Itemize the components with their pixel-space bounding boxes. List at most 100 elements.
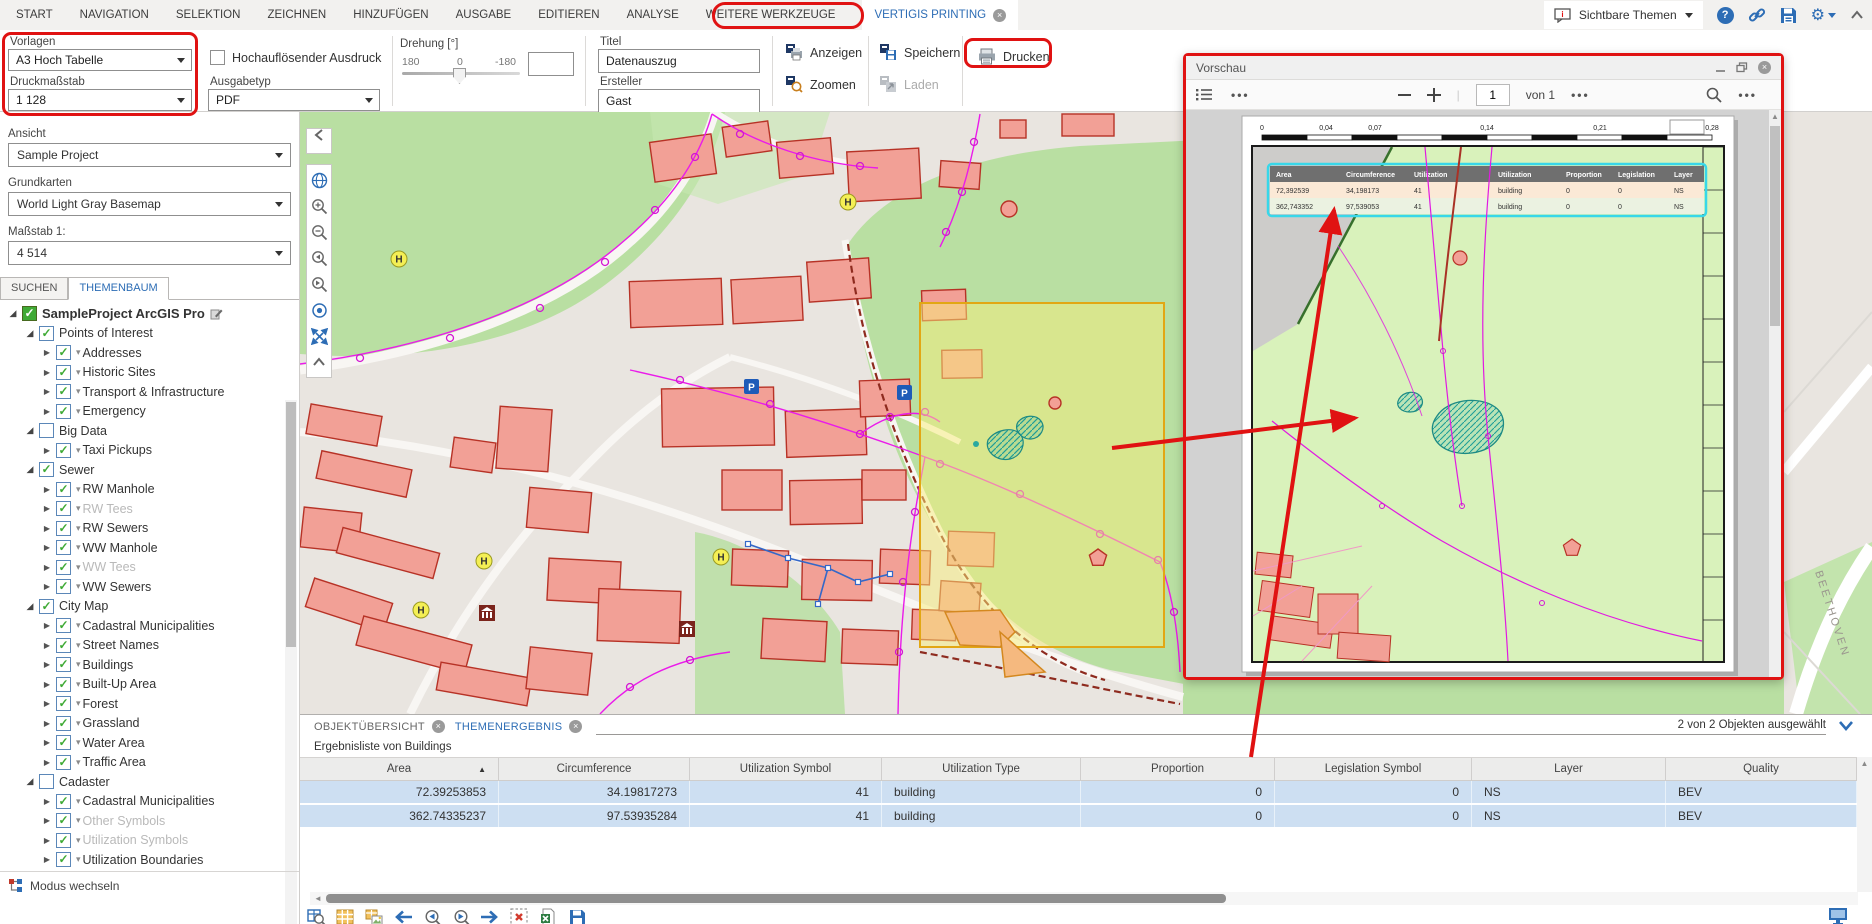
collapse-panel-icon[interactable] [1838, 719, 1854, 733]
layer-checkbox[interactable]: ✓ [39, 599, 54, 614]
layer-checkbox[interactable] [39, 423, 54, 438]
menu-item-ausgabe[interactable]: AUSGABE [456, 9, 512, 21]
layer-checkbox[interactable]: ✓ [39, 462, 54, 477]
titel-input[interactable]: Datenauszug [598, 49, 760, 73]
tree-item-cadaster[interactable]: ◢Cadaster [0, 772, 299, 792]
help-icon[interactable]: ? [1717, 7, 1734, 24]
table-row[interactable]: 72.3925385334.1981727341building00NSBEV [300, 781, 1872, 805]
preview-titlebar[interactable]: Vorschau × [1186, 56, 1781, 80]
layer-checkbox[interactable]: ✓ [56, 482, 71, 497]
menu-item-editieren[interactable]: EDITIEREN [538, 9, 599, 21]
collapse-toolbar-button[interactable] [307, 349, 331, 375]
checkbox-icon[interactable] [210, 50, 225, 65]
layer-checkbox[interactable]: ✓ [56, 677, 71, 692]
layer-menu-caret[interactable]: ▾ [76, 718, 81, 729]
zoom-previous-feature-button[interactable] [422, 907, 442, 924]
layer-checkbox[interactable]: ✓ [56, 696, 71, 711]
zoom-out-button[interactable] [307, 219, 331, 245]
laden-button[interactable]: Laden [880, 76, 939, 93]
tree-item-city-map[interactable]: ◢✓City Map [0, 597, 299, 617]
grundkarten-select[interactable]: World Light Gray Basemap [8, 192, 291, 216]
tab-themenbaum[interactable]: THEMENBAUM [68, 277, 168, 300]
expand-node-icon[interactable]: ▶ [40, 387, 54, 396]
layer-menu-caret[interactable]: ▾ [76, 367, 81, 378]
scrollbar-thumb[interactable] [286, 402, 296, 647]
layer-checkbox[interactable]: ✓ [56, 540, 71, 555]
massstab-select[interactable]: 4 514 [8, 241, 291, 265]
collapse-node-icon[interactable]: ◢ [23, 776, 37, 787]
layer-checkbox[interactable]: ✓ [56, 657, 71, 672]
tree-item-buildings[interactable]: ▶✓▾Buildings [0, 655, 299, 675]
layer-menu-caret[interactable]: ▾ [76, 445, 81, 456]
zoom-to-feature-button[interactable] [306, 907, 326, 924]
layer-menu-caret[interactable]: ▾ [76, 698, 81, 709]
tree-item-other-symbols[interactable]: ▶✓▾Other Symbols [0, 811, 299, 831]
close-tab-icon[interactable]: × [993, 9, 1006, 22]
expand-node-icon[interactable]: ▶ [40, 738, 54, 747]
column-header-area[interactable]: Area▲ [300, 758, 499, 780]
layer-checkbox[interactable]: ✓ [39, 326, 54, 341]
layer-menu-caret[interactable]: ▾ [76, 796, 81, 807]
layer-menu-caret[interactable]: ▾ [76, 854, 81, 865]
report-button[interactable] [364, 907, 384, 924]
tree-item-cadastral-municipalities[interactable]: ▶✓▾Cadastral Municipalities [0, 616, 299, 636]
expand-node-icon[interactable]: ▶ [40, 446, 54, 455]
vorlagen-select[interactable]: A3 Hoch Tabelle [8, 49, 192, 71]
tree-item-grassland[interactable]: ▶✓▾Grassland [0, 714, 299, 734]
column-header-utilization-type[interactable]: Utilization Type [882, 758, 1081, 780]
layer-menu-caret[interactable]: ▾ [76, 386, 81, 397]
page-number-input[interactable] [1476, 84, 1510, 106]
rotation-slider-handle[interactable] [453, 68, 466, 84]
tree-item-ww-tees[interactable]: ▶✓▾WW Tees [0, 558, 299, 578]
scroll-up-icon[interactable]: ▲ [1769, 112, 1781, 121]
column-header-layer[interactable]: Layer [1472, 758, 1666, 780]
layer-checkbox[interactable]: ✓ [56, 345, 71, 360]
layer-checkbox[interactable]: ✓ [56, 404, 71, 419]
layer-checkbox[interactable]: ✓ [56, 833, 71, 848]
layer-menu-caret[interactable]: ▾ [76, 835, 81, 846]
save-results-button[interactable] [567, 907, 587, 924]
zoom-next-button[interactable] [307, 271, 331, 297]
tree-item-utilization-symbols[interactable]: ▶✓▾Utilization Symbols [0, 831, 299, 851]
close-window-icon[interactable]: × [1758, 61, 1771, 74]
clear-selection-button[interactable] [509, 907, 529, 924]
expand-node-icon[interactable]: ▶ [40, 621, 54, 630]
tab-vertigis-printing[interactable]: VERTIGIS PRINTING × [862, 0, 1018, 30]
preview-scrollbar[interactable]: ▲ [1769, 110, 1781, 677]
layer-checkbox[interactable]: ✓ [56, 443, 71, 458]
tree-item-built-up-area[interactable]: ▶✓▾Built-Up Area [0, 675, 299, 695]
zoom-next-feature-button[interactable] [451, 907, 471, 924]
menu-item-zeichnen[interactable]: ZEICHNEN [267, 9, 326, 21]
attribute-table-button[interactable] [335, 907, 355, 924]
layer-checkbox[interactable]: ✓ [56, 735, 71, 750]
results-vscrollbar[interactable]: ▲ [1857, 757, 1872, 892]
layer-menu-caret[interactable]: ▾ [76, 406, 81, 417]
tree-item-sampleproject-arcgis-pro[interactable]: ◢✓SampleProject ArcGIS Pro [0, 304, 299, 324]
layer-checkbox[interactable]: ✓ [56, 638, 71, 653]
zoom-out-page-icon[interactable] [1398, 93, 1411, 97]
expand-node-icon[interactable]: ▶ [40, 797, 54, 806]
layer-menu-caret[interactable]: ▾ [76, 542, 81, 553]
layer-checkbox[interactable] [39, 774, 54, 789]
layer-checkbox[interactable]: ✓ [56, 618, 71, 633]
tree-item-taxi-pickups[interactable]: ▶✓▾Taxi Pickups [0, 441, 299, 461]
expand-node-icon[interactable]: ▶ [40, 563, 54, 572]
layer-menu-caret[interactable]: ▾ [76, 640, 81, 651]
layer-menu-caret[interactable]: ▾ [76, 581, 81, 592]
page-options-icon[interactable]: ••• [1571, 88, 1590, 102]
tab-suchen[interactable]: SUCHEN [0, 277, 68, 299]
expand-node-icon[interactable]: ▶ [40, 660, 54, 669]
edit-icon[interactable] [210, 307, 223, 320]
expand-node-icon[interactable]: ▶ [40, 758, 54, 767]
menu-item-selektion[interactable]: SELEKTION [176, 9, 241, 21]
mode-switch-button[interactable]: Modus wechseln [0, 871, 299, 900]
layer-menu-caret[interactable]: ▾ [76, 484, 81, 495]
menu-item-hinzuf-gen[interactable]: HINZUFÜGEN [353, 9, 428, 21]
menu-item-navigation[interactable]: NAVIGATION [80, 9, 149, 21]
layer-menu-caret[interactable]: ▾ [76, 815, 81, 826]
hires-checkbox[interactable]: Hochauflösender Ausdruck [210, 50, 381, 65]
locate-button[interactable] [307, 297, 331, 323]
expand-node-icon[interactable]: ▶ [40, 504, 54, 513]
tree-item-rw-manhole[interactable]: ▶✓▾RW Manhole [0, 480, 299, 500]
collapse-node-icon[interactable]: ◢ [6, 308, 20, 319]
